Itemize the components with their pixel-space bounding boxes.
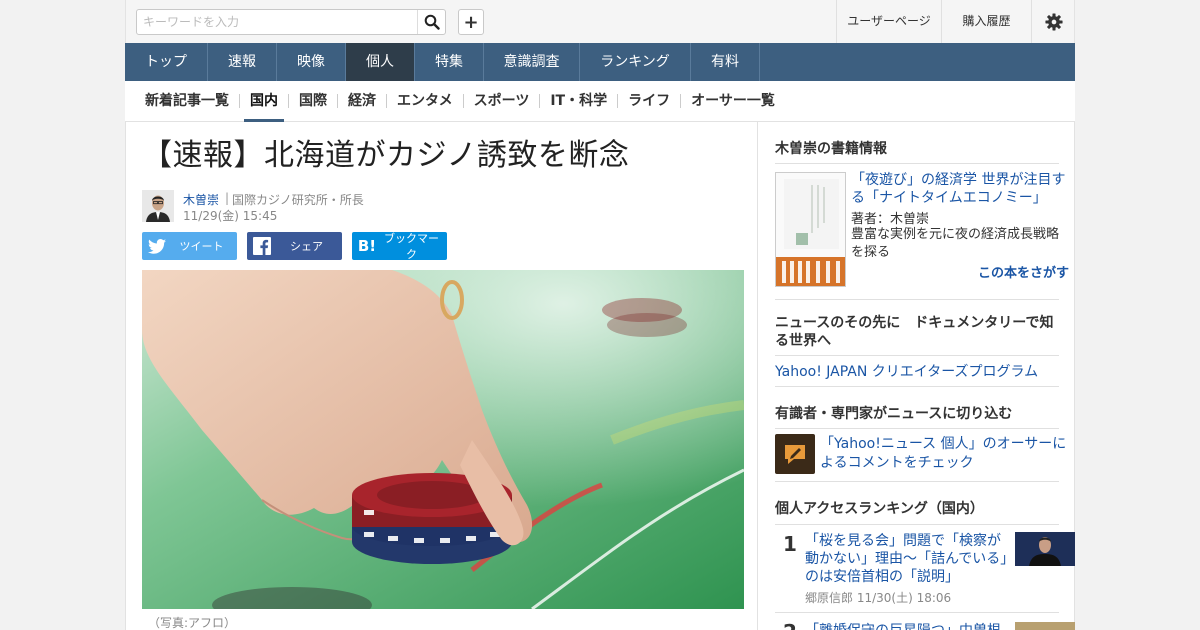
category-domestic[interactable]: 国内 [240, 81, 288, 122]
tweet-label: ツイート [179, 240, 224, 253]
gnav-breaking[interactable]: 速報 [208, 43, 277, 81]
category-latest[interactable]: 新着記事一覧 [135, 81, 239, 122]
divider [775, 428, 1059, 429]
divider [775, 612, 1059, 613]
book-info-heading: 木曽崇の書籍情報 [775, 141, 887, 157]
gear-icon [1045, 12, 1063, 31]
search-button[interactable] [417, 10, 445, 34]
gnav-paid[interactable]: 有料 [691, 43, 760, 81]
article: 【速報】北海道がカジノ誘致を断念 木曽崇 | 国際カジノ研究所・所長 11/29… [125, 122, 758, 630]
divider [775, 481, 1059, 482]
article-title: 【速報】北海道がカジノ誘致を断念 [142, 138, 630, 173]
article-hero-image [142, 270, 744, 609]
ranking-item-thumbnail[interactable] [1015, 532, 1075, 566]
facebook-icon [247, 232, 277, 260]
ranking-heading: 個人アクセスランキング（国内） [775, 501, 984, 517]
author-comment-link[interactable]: 「Yahoo!ニュース 個人」のオーサーによるコメントをチェック [820, 435, 1068, 473]
author-title: 国際カジノ研究所・所長 [232, 193, 364, 207]
settings-button[interactable] [1031, 0, 1076, 43]
category-sports[interactable]: スポーツ [464, 81, 540, 122]
facebook-share-label: シェア [290, 240, 323, 253]
photo-caption: （写真:アフロ） [148, 616, 237, 630]
divider [775, 163, 1059, 164]
divider [775, 524, 1059, 525]
ranking-item-title[interactable]: 「離婚保守の巨星隕つ」中曽根 [805, 622, 1010, 630]
find-book-link[interactable]: この本をさがす [978, 262, 1069, 281]
divider [775, 386, 1059, 387]
book-author: 著者：木曽崇 [851, 212, 930, 227]
creators-program-link[interactable]: Yahoo! JAPAN クリエイターズプログラム [775, 361, 1038, 381]
top-bar-inner: + ユーザーページ 購入履歴 [125, 0, 1075, 43]
rank-number: 2 [783, 620, 797, 630]
search-icon [424, 14, 440, 30]
ranking-item-thumbnail[interactable] [1015, 622, 1075, 630]
category-economy[interactable]: 経済 [338, 81, 386, 122]
tweet-button[interactable]: ツイート [142, 232, 237, 260]
user-page-link[interactable]: ユーザーページ [836, 0, 941, 43]
category-authors[interactable]: オーサー一覧 [681, 81, 785, 122]
gnav-ranking[interactable]: ランキング [580, 43, 691, 81]
top-bar: + ユーザーページ 購入履歴 [0, 0, 1200, 43]
global-nav: トップ 速報 映像 個人 特集 意識調査 ランキング 有料 [125, 43, 1075, 81]
twitter-icon [142, 232, 172, 260]
article-date: 11/29(金) 15:45 [183, 209, 278, 223]
category-international[interactable]: 国際 [289, 81, 337, 122]
documentary-heading: ニュースのその先に ドキュメンタリーで知る世界へ [775, 315, 1054, 349]
book-description: 豊富な実例を元に夜の経済成長戦略を探る [851, 227, 1060, 260]
comment-pen-icon[interactable] [775, 434, 815, 474]
hatena-bookmark-icon: B! [357, 237, 377, 255]
gnav-top[interactable]: トップ [125, 43, 208, 81]
author-separator: | [225, 191, 230, 205]
gnav-video[interactable]: 映像 [277, 43, 346, 81]
ranking-item-meta: 郷原信郎 11/30(土) 18:06 [805, 591, 952, 605]
book-title-link[interactable]: 「夜遊び」の経済学 世界が注目する「ナイトタイムエコノミー」 [851, 171, 1067, 207]
ranking-item-title[interactable]: 「桜を見る会」問題で「検察が動かない」理由～「詰んでいる」のは安倍首相の「説明」 [805, 532, 1010, 586]
divider [775, 355, 1059, 356]
hatena-bookmark-button[interactable]: B! ブックマーク [352, 232, 447, 261]
book-cover[interactable] [775, 172, 846, 287]
search-input[interactable] [137, 10, 417, 34]
gnav-feature[interactable]: 特集 [415, 43, 484, 81]
rank-number: 1 [783, 532, 797, 556]
expert-heading: 有識者・専門家がニュースに切り込む [775, 406, 1013, 422]
divider [775, 299, 1059, 300]
facebook-share-button[interactable]: シェア [247, 232, 342, 260]
category-life[interactable]: ライフ [618, 81, 680, 122]
category-entertainment[interactable]: エンタメ [387, 81, 463, 122]
add-button[interactable]: + [458, 9, 484, 35]
author-name[interactable]: 木曽崇 [183, 191, 219, 208]
gnav-survey[interactable]: 意識調査 [484, 43, 580, 81]
search-box [136, 9, 446, 35]
gnav-individual[interactable]: 個人 [346, 43, 415, 81]
author-avatar[interactable] [142, 190, 174, 222]
category-it-science[interactable]: IT・科学 [540, 81, 617, 122]
category-nav: 新着記事一覧 国内 国際 経済 エンタメ スポーツ IT・科学 ライフ オーサー… [125, 81, 1075, 122]
sidebar: 木曽崇の書籍情報 「夜遊び」の経済学 世界が注目する「ナイトタイムエコノミー」 … [758, 122, 1075, 630]
purchase-history-link[interactable]: 購入履歴 [941, 0, 1031, 43]
hatena-bookmark-label: ブックマーク [384, 232, 439, 261]
